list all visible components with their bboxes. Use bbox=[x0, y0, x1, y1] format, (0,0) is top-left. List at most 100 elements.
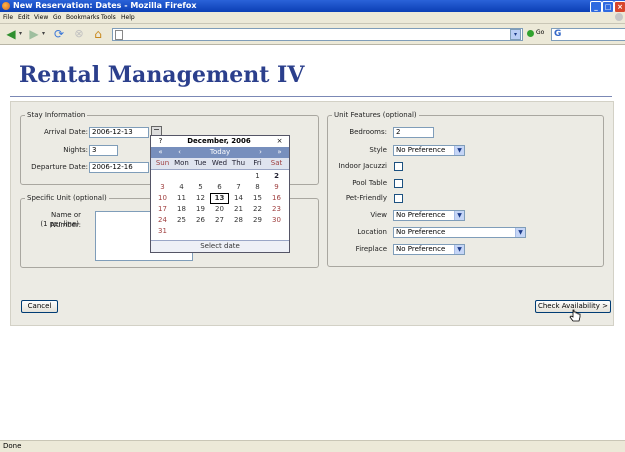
back-arrow-icon[interactable]: ◀ bbox=[4, 27, 18, 41]
features-legend: Unit Features (optional) bbox=[332, 111, 419, 119]
url-dropdown-icon[interactable]: ▾ bbox=[510, 29, 521, 40]
calendar-day[interactable]: 20 bbox=[210, 204, 229, 215]
back-dropdown-icon[interactable]: ▾ bbox=[19, 30, 22, 37]
calendar-day[interactable]: 21 bbox=[229, 204, 248, 215]
pet-friendly-checkbox[interactable] bbox=[394, 194, 403, 203]
calendar-day[interactable]: 4 bbox=[172, 182, 191, 193]
calendar-day[interactable]: 15 bbox=[248, 193, 267, 204]
go-label[interactable]: Go bbox=[536, 29, 544, 36]
menu-help[interactable]: Help bbox=[121, 13, 135, 22]
calendar-day[interactable]: 7 bbox=[229, 182, 248, 193]
arrival-date-input[interactable]: 2006-12-13 bbox=[89, 127, 149, 138]
view-value: No Preference bbox=[396, 211, 446, 219]
calendar-day[interactable]: 19 bbox=[191, 204, 210, 215]
next-year-button[interactable]: » bbox=[270, 147, 289, 158]
forward-arrow-icon[interactable]: ▶ bbox=[27, 27, 41, 41]
calendar-close-icon[interactable]: × bbox=[270, 136, 289, 147]
calendar-day[interactable]: 11 bbox=[172, 193, 191, 204]
window-titlebar: New Reservation: Dates - Mozilla Firefox… bbox=[0, 0, 625, 13]
home-icon[interactable]: ⌂ bbox=[91, 27, 105, 41]
calendar-day[interactable]: 29 bbox=[248, 215, 267, 226]
calendar-day[interactable]: 1 bbox=[248, 171, 267, 182]
hand-cursor-icon bbox=[569, 309, 581, 322]
day-name-thu: Thu bbox=[231, 159, 246, 167]
calendar-day[interactable]: 12 bbox=[191, 193, 210, 204]
menu-bar: File Edit View Go Bookmarks Tools Help bbox=[0, 12, 625, 24]
page-title: Rental Management IV bbox=[19, 62, 305, 88]
pool-table-checkbox[interactable] bbox=[394, 179, 403, 188]
throbber-icon bbox=[615, 13, 623, 21]
style-select[interactable]: No Preference ▼ bbox=[393, 145, 465, 156]
nights-input[interactable]: 3 bbox=[89, 145, 118, 156]
location-select[interactable]: No Preference ▼ bbox=[393, 227, 526, 238]
status-bar: Done bbox=[0, 440, 625, 452]
navigation-toolbar: ◀ ▾ ▶ ▾ ⟳ ⊗ ⌂ ▾ Go G bbox=[0, 24, 625, 45]
per-line-label: (1 per line) bbox=[40, 220, 79, 228]
search-input[interactable]: G bbox=[551, 28, 625, 41]
url-bar[interactable] bbox=[112, 28, 523, 41]
menu-tools[interactable]: Tools bbox=[101, 13, 116, 22]
calendar-day[interactable]: 31 bbox=[153, 226, 172, 237]
departure-date-label: Departure Date: bbox=[31, 163, 88, 171]
calendar-day[interactable]: 9 bbox=[267, 182, 286, 193]
calendar-day[interactable]: 23 bbox=[267, 204, 286, 215]
forward-dropdown-icon[interactable]: ▾ bbox=[42, 30, 45, 37]
calendar-day[interactable]: 28 bbox=[229, 215, 248, 226]
calendar-day[interactable]: 16 bbox=[267, 193, 286, 204]
calendar-day[interactable]: 8 bbox=[248, 182, 267, 193]
stop-icon[interactable]: ⊗ bbox=[72, 27, 86, 41]
calendar-help-button[interactable]: ? bbox=[151, 136, 170, 147]
reload-icon[interactable]: ⟳ bbox=[52, 27, 66, 41]
nights-label: Nights: bbox=[63, 146, 88, 154]
menu-view[interactable]: View bbox=[34, 13, 48, 22]
calendar-day[interactable]: 17 bbox=[153, 204, 172, 215]
prev-month-button[interactable]: ‹ bbox=[170, 147, 189, 158]
jacuzzi-checkbox[interactable] bbox=[394, 162, 403, 171]
location-value: No Preference bbox=[396, 228, 446, 236]
departure-date-input[interactable]: 2006-12-16 bbox=[89, 162, 149, 173]
jacuzzi-label: Indoor Jacuzzi bbox=[338, 162, 387, 170]
firefox-icon bbox=[2, 2, 10, 10]
today-button[interactable]: Today bbox=[189, 147, 251, 158]
calendar-day[interactable]: 22 bbox=[248, 204, 267, 215]
chevron-down-icon[interactable]: ▼ bbox=[515, 228, 525, 237]
calendar-header: ? December, 2006 × bbox=[151, 136, 289, 147]
style-label: Style bbox=[369, 146, 387, 154]
bedrooms-input[interactable]: 2 bbox=[393, 127, 434, 138]
menu-edit[interactable]: Edit bbox=[18, 13, 30, 22]
calendar-day[interactable]: 14 bbox=[229, 193, 248, 204]
fireplace-select[interactable]: No Preference ▼ bbox=[393, 244, 465, 255]
view-select[interactable]: No Preference ▼ bbox=[393, 210, 465, 221]
menu-file[interactable]: File bbox=[3, 13, 13, 22]
location-label: Location bbox=[357, 228, 387, 236]
calendar-day[interactable]: 10 bbox=[153, 193, 172, 204]
menu-bookmarks[interactable]: Bookmarks bbox=[66, 13, 100, 22]
page-icon bbox=[115, 30, 123, 40]
calendar-day[interactable]: 5 bbox=[191, 182, 210, 193]
pet-friendly-label: Pet-Friendly bbox=[345, 194, 387, 202]
calendar-day[interactable]: 26 bbox=[191, 215, 210, 226]
calendar-day[interactable]: 6 bbox=[210, 182, 229, 193]
cancel-button[interactable]: Cancel bbox=[21, 300, 58, 313]
calendar-day[interactable]: 3 bbox=[153, 182, 172, 193]
calendar-day[interactable]: 27 bbox=[210, 215, 229, 226]
calendar-month-title: December, 2006 bbox=[187, 137, 251, 145]
calendar-day-names: Sun Mon Tue Wed Thu Fri Sat bbox=[151, 158, 289, 170]
next-month-button[interactable]: › bbox=[251, 147, 270, 158]
chevron-down-icon[interactable]: ▼ bbox=[454, 211, 464, 220]
calendar-day[interactable]: 25 bbox=[172, 215, 191, 226]
calendar-day[interactable]: 30 bbox=[267, 215, 286, 226]
calendar-day[interactable]: 13 bbox=[210, 193, 229, 204]
calendar-day[interactable]: 24 bbox=[153, 215, 172, 226]
go-icon[interactable] bbox=[527, 30, 534, 37]
chevron-down-icon[interactable]: ▼ bbox=[454, 146, 464, 155]
prev-year-button[interactable]: « bbox=[151, 147, 170, 158]
menu-go[interactable]: Go bbox=[53, 13, 61, 22]
bedrooms-label: Bedrooms: bbox=[349, 128, 387, 136]
calendar-day[interactable]: 2 bbox=[267, 171, 286, 182]
day-name-sat: Sat bbox=[270, 159, 283, 167]
calendar-day[interactable]: 18 bbox=[172, 204, 191, 215]
arrival-date-label: Arrival Date: bbox=[43, 128, 88, 136]
status-text: Done bbox=[3, 442, 22, 450]
chevron-down-icon[interactable]: ▼ bbox=[454, 245, 464, 254]
